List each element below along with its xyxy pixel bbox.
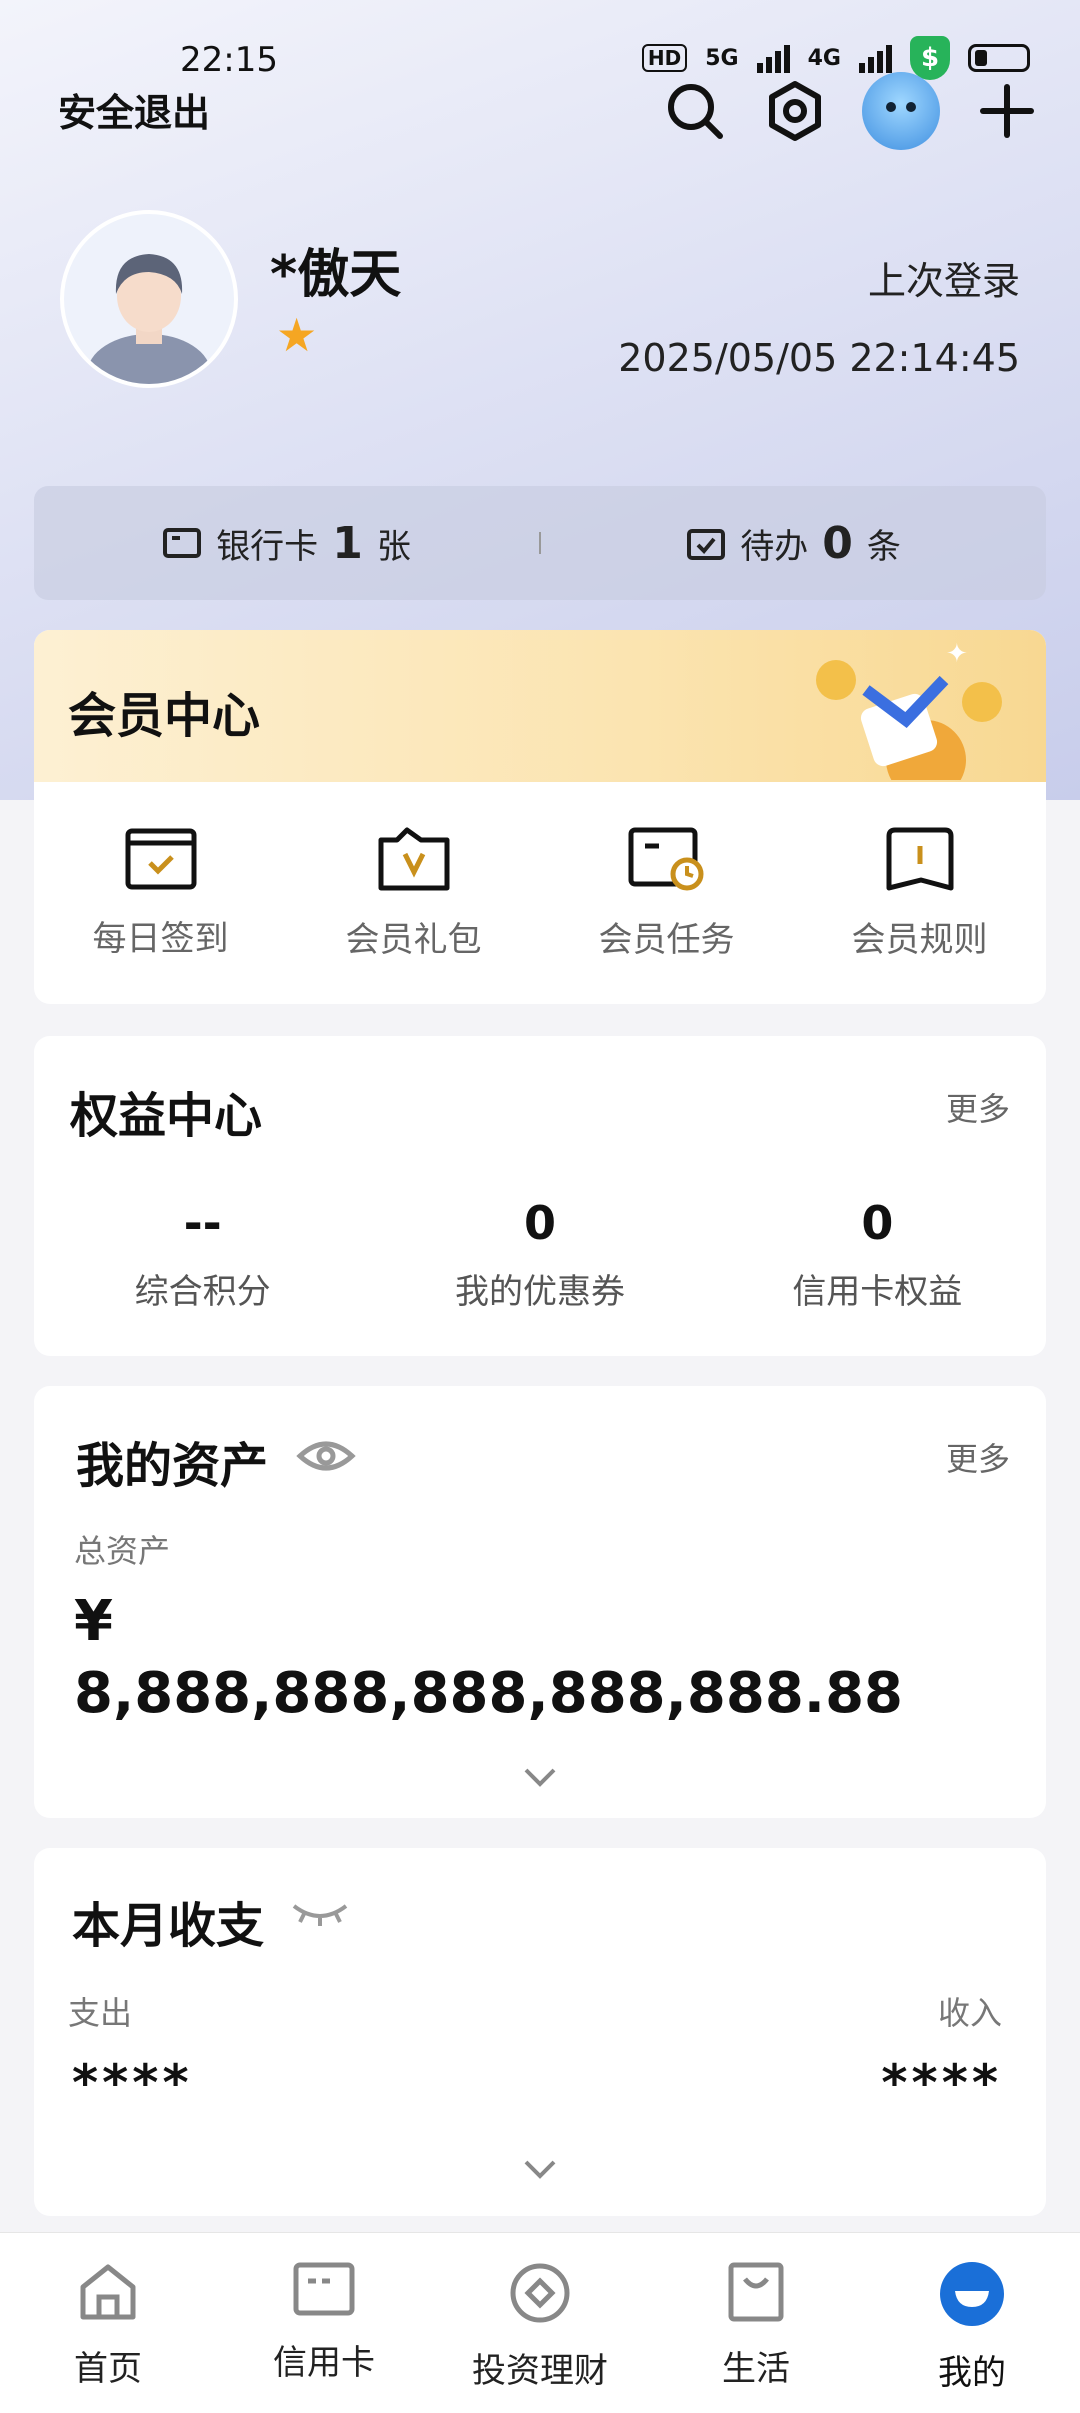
invest-icon [510, 2263, 570, 2323]
total-assets-amount: ¥ 8,888,888,888,888,888.88 [74, 1589, 904, 1726]
member-center-header[interactable]: 会员中心 ✦ [34, 630, 1046, 782]
status-time: 22:15 [180, 40, 278, 80]
monthly-title: 本月收支 [72, 1898, 265, 1954]
bottom-tab-bar: 首页 信用卡 投资理财 生活 我的 [0, 2232, 1080, 2413]
settings-icon[interactable] [762, 78, 828, 144]
rights-center-card: 权益中心 更多 -- 综合积分 0 我的优惠券 0 信用卡权益 [34, 1036, 1046, 1356]
chevron-down-icon[interactable] [520, 1756, 560, 1796]
rights-center-more-link[interactable]: 更多 [946, 1084, 1010, 1130]
tab-home[interactable]: 首页 [0, 2233, 216, 2413]
points-label: 综合积分 [134, 1272, 271, 1312]
top-actions [662, 72, 1040, 150]
member-rules-button[interactable]: 会员规则 [793, 782, 1046, 1004]
member-task-button[interactable]: 会员任务 [540, 782, 793, 1004]
coupons-value: 0 [523, 1196, 556, 1250]
plus-icon[interactable] [974, 78, 1040, 144]
member-task-label: 会员任务 [598, 919, 735, 960]
member-gift-label: 会员礼包 [345, 919, 482, 960]
todo-unit: 条 [866, 526, 901, 567]
todo-count: 0 [822, 517, 853, 569]
svg-text:✦: ✦ [946, 640, 968, 669]
coupons-label: 我的优惠券 [454, 1272, 625, 1312]
gift-bag-icon [378, 827, 449, 890]
bank-card-label: 银行卡 [216, 526, 319, 567]
tab-invest[interactable]: 投资理财 [432, 2233, 648, 2413]
network-5g: 5G [705, 45, 739, 71]
signal-icon [756, 43, 790, 73]
total-assets-label: 总资产 [74, 1532, 171, 1570]
mascot-avatar[interactable] [862, 72, 940, 150]
card-icon [163, 528, 202, 558]
daily-checkin-label: 每日签到 [92, 918, 229, 959]
credit-card-rights-item[interactable]: 0 信用卡权益 [709, 1196, 1046, 1313]
logout-button[interactable]: 安全退出 [58, 82, 210, 137]
expense-value: **** [72, 2054, 193, 2112]
bank-card-summary[interactable]: 银行卡 1 张 [34, 518, 539, 569]
tab-mine[interactable]: 我的 [864, 2233, 1080, 2413]
bank-card-unit: 张 [376, 526, 411, 567]
eye-icon[interactable] [296, 1436, 356, 1476]
battery-icon [968, 44, 1030, 72]
income-value: **** [881, 2054, 1002, 2112]
points-item[interactable]: -- 综合积分 [34, 1196, 371, 1313]
expense-label: 支出 [68, 1994, 133, 2032]
member-rules-label: 会员规则 [851, 919, 988, 960]
hd-badge: HD [641, 44, 688, 72]
todo-summary[interactable]: 待办 0 条 [541, 518, 1046, 569]
tab-life-label: 生活 [722, 2349, 790, 2389]
coupons-item[interactable]: 0 我的优惠券 [371, 1196, 708, 1313]
tab-credit-card[interactable]: 信用卡 [216, 2233, 432, 2413]
username: *傲天 [270, 245, 402, 305]
my-assets-more-link[interactable]: 更多 [946, 1434, 1010, 1480]
credit-card-icon [293, 2262, 355, 2316]
network-4g: 4G [807, 45, 841, 71]
tab-home-label: 首页 [74, 2349, 142, 2389]
chevron-down-icon[interactable] [520, 2148, 560, 2188]
tab-life[interactable]: 生活 [648, 2233, 864, 2413]
todo-icon [687, 529, 726, 560]
member-center-items: 每日签到 会员礼包 会员任务 会员规则 [34, 782, 1046, 1004]
gift-coins-illustration: ✦ [816, 640, 1002, 780]
search-icon[interactable] [662, 78, 728, 144]
home-icon [80, 2264, 136, 2320]
last-login-time: 2025/05/05 22:14:45 [618, 336, 1020, 380]
income-label: 收入 [937, 1994, 1002, 2032]
level-star-icon: ★ [276, 308, 318, 362]
points-value: -- [183, 1196, 222, 1250]
daily-checkin-button[interactable]: 每日签到 [34, 782, 287, 1004]
rights-center-items: -- 综合积分 0 我的优惠券 0 信用卡权益 [34, 1196, 1046, 1313]
credit-card-rights-value: 0 [861, 1196, 894, 1250]
rights-center-title: 权益中心 [70, 1088, 263, 1144]
credit-card-rights-label: 信用卡权益 [792, 1272, 963, 1312]
monthly-income-card: 本月收支 支出 收入 **** **** [34, 1848, 1046, 2216]
bank-card-count: 1 [332, 517, 363, 569]
tab-credit-card-label: 信用卡 [273, 2343, 375, 2383]
eye-closed-icon[interactable] [290, 1898, 350, 1928]
task-clock-icon [628, 827, 703, 890]
avatar[interactable] [60, 210, 238, 388]
calendar-check-icon [125, 828, 196, 889]
member-center-card: 会员中心 ✦ 每日签到 会员礼包 会员任务 会员规则 [34, 630, 1046, 1004]
todo-label: 待办 [740, 526, 809, 567]
tab-invest-label: 投资理财 [472, 2351, 608, 2391]
member-gift-button[interactable]: 会员礼包 [287, 782, 540, 1004]
profile-icon [940, 2262, 1004, 2326]
member-center-title: 会员中心 [68, 688, 261, 744]
last-login-label: 上次登录 [867, 259, 1020, 303]
my-assets-title: 我的资产 [76, 1438, 269, 1494]
rule-book-icon [886, 827, 953, 890]
account-summary-bar: 银行卡 1 张 待办 0 条 [34, 486, 1046, 600]
my-assets-card: 我的资产 更多 总资产 ¥ 8,888,888,888,888,888.88 [34, 1386, 1046, 1818]
tab-mine-label: 我的 [938, 2353, 1006, 2393]
signal-icon [859, 43, 892, 73]
shopping-bag-icon [728, 2262, 784, 2322]
